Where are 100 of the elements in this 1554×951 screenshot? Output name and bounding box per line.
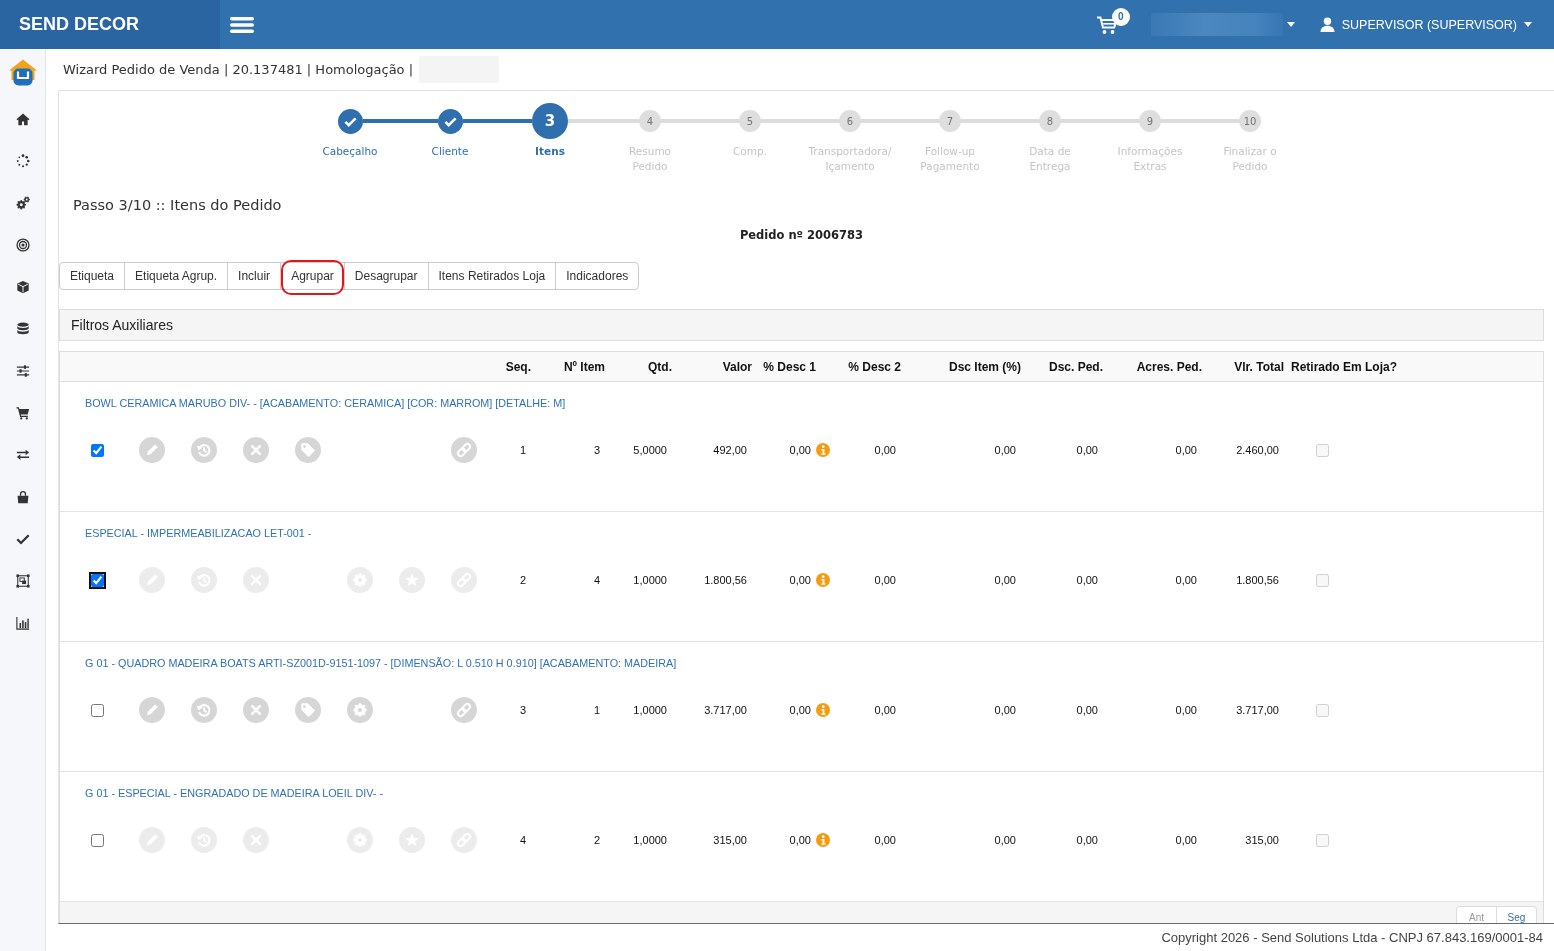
numeric-value: 0,00 <box>789 704 811 716</box>
step-number[interactable]: 8 <box>1039 110 1061 132</box>
cube-icon[interactable] <box>15 280 30 294</box>
info-icon[interactable] <box>816 443 830 457</box>
caret-icon[interactable] <box>1286 22 1295 27</box>
link-icon[interactable] <box>451 697 477 723</box>
numeric-value: 3.717,00 <box>704 704 747 716</box>
copyright-text: Copyright 2026 - Send Solutions Ltda - CNPJ 67.843.169/0001-84 <box>1161 929 1543 946</box>
step-number[interactable]: 9 <box>1139 110 1161 132</box>
brand-name: SEND DECOR <box>19 14 139 35</box>
toolbar-button[interactable]: Itens Retirados Loja <box>427 262 557 290</box>
toolbar-button[interactable]: Etiqueta Agrup. <box>124 262 229 290</box>
row-checkbox[interactable] <box>91 573 104 587</box>
numeric-value: 1 <box>519 444 526 456</box>
step-title: Passo 3/10 :: Itens do Pedido <box>73 196 282 215</box>
close-icon[interactable] <box>243 437 269 463</box>
numeric-value: 1,0000 <box>633 834 667 846</box>
caret-icon <box>1524 22 1532 27</box>
frame-icon[interactable] <box>15 574 30 588</box>
row-checkbox[interactable] <box>91 703 104 717</box>
numeric-value: 0,00 <box>1076 574 1098 586</box>
sliders-icon[interactable] <box>15 364 30 378</box>
numeric-value: 315,00 <box>1245 834 1279 846</box>
dotted-circle-icon[interactable] <box>15 154 30 168</box>
bar-chart-icon[interactable] <box>15 616 30 630</box>
numeric-value: 0,00 <box>789 574 811 586</box>
product-link[interactable]: G 01 - QUADRO MADEIRA BOATS ARTI-SZ001D-9151-1097 - [DIMENSÃO: L 0.510 H 0.910] [ACABAMENTO: MADEIRA] <box>85 656 677 670</box>
tag-icon[interactable] <box>295 697 321 723</box>
filter-panel-title[interactable]: Filtros Auxiliares <box>71 317 173 333</box>
home-icon[interactable] <box>15 112 30 126</box>
pencil-icon[interactable] <box>139 437 165 463</box>
tag-icon[interactable] <box>295 437 321 463</box>
numeric-value: 1 <box>593 704 600 716</box>
step-number[interactable]: 10 <box>1239 110 1261 132</box>
info-icon[interactable] <box>816 703 830 717</box>
toolbar-button[interactable]: Incluir <box>227 262 282 290</box>
numeric-value: 0,00 <box>874 834 896 846</box>
step-number[interactable]: 3 <box>532 103 568 139</box>
column-header: Dsc Item (%) <box>948 359 1021 374</box>
column-header: Valor <box>722 359 752 374</box>
numeric-value: 0,00 <box>874 574 896 586</box>
row-checkbox[interactable] <box>91 833 104 847</box>
pagination-button[interactable]: Seg <box>1496 906 1537 923</box>
link-icon[interactable] <box>451 437 477 463</box>
pencil-icon[interactable] <box>139 697 165 723</box>
toolbar-button[interactable]: Desagrupar <box>343 262 429 290</box>
numeric-value: 0,00 <box>994 704 1016 716</box>
column-header: Dsc. Ped. <box>1048 359 1103 374</box>
row-checkbox[interactable] <box>91 443 104 457</box>
numeric-value: 1,0000 <box>633 704 667 716</box>
target-icon[interactable] <box>15 238 30 252</box>
step-number[interactable]: 6 <box>839 110 861 132</box>
step-number[interactable]: 7 <box>939 110 961 132</box>
product-link[interactable]: ESPECIAL - IMPERMEABILIZACAO LET-001 - <box>85 526 312 540</box>
cart-icon[interactable] <box>1095 14 1118 35</box>
product-link[interactable]: BOWL CERAMICA MARUBO DIV- - [ACABAMENTO: CERAMICA] [COR: MARROM] [DETALHE: M] <box>85 396 566 410</box>
database-icon[interactable] <box>15 322 30 336</box>
gear-icon[interactable] <box>347 697 373 723</box>
numeric-value: 0,00 <box>1175 574 1197 586</box>
close-icon[interactable] <box>243 697 269 723</box>
numeric-value: 492,00 <box>713 444 747 456</box>
info-icon[interactable] <box>816 573 830 587</box>
numeric-value: 1,0000 <box>633 574 667 586</box>
product-link[interactable]: G 01 - ESPECIAL - ENGRADADO DE MADEIRA LOEIL DIV- - <box>85 786 383 800</box>
toolbar-button[interactable]: Etiqueta <box>59 262 126 290</box>
completed-check-icon[interactable] <box>337 108 363 134</box>
gears-icon[interactable] <box>15 196 30 210</box>
completed-check-icon[interactable] <box>437 108 463 134</box>
history-icon[interactable] <box>191 437 217 463</box>
cart-icon[interactable] <box>15 406 30 420</box>
numeric-value: 3 <box>593 444 600 456</box>
numeric-value: 0,00 <box>994 834 1016 846</box>
column-header: Vlr. Total <box>1234 359 1284 374</box>
check-icon[interactable] <box>15 532 30 546</box>
numeric-value: 0,00 <box>789 444 811 456</box>
toolbar-button[interactable]: Indicadores <box>555 262 640 290</box>
numeric-value: 2 <box>519 574 526 586</box>
column-header: % Desc 1 <box>763 359 816 374</box>
bag-icon[interactable] <box>15 490 30 504</box>
numeric-value: 315,00 <box>713 834 747 846</box>
numeric-value: 5,0000 <box>633 444 667 456</box>
step-label[interactable]: Cabeçalho <box>322 144 378 159</box>
user-menu-button[interactable]: SUPERVISOR (SUPERVISOR) <box>1319 17 1532 32</box>
step-number[interactable]: 4 <box>639 110 661 132</box>
numeric-value: 2.460,00 <box>1236 444 1279 456</box>
column-header: Retirado Em Loja? <box>1291 359 1397 374</box>
step-label[interactable]: Itens <box>535 144 565 159</box>
step-label[interactable]: Cliente <box>431 144 469 159</box>
menu-icon[interactable] <box>230 16 254 33</box>
column-header: Nº Item <box>563 359 605 374</box>
numeric-value: 0,00 <box>1076 834 1098 846</box>
swap-arrows-icon[interactable] <box>15 448 30 462</box>
column-header: Qtd. <box>648 359 672 374</box>
numeric-value: 1.800,56 <box>1236 574 1279 586</box>
numeric-value: 0,00 <box>994 444 1016 456</box>
highlight-ring <box>281 260 344 295</box>
numeric-value: 0,00 <box>789 834 811 846</box>
info-icon[interactable] <box>816 833 830 847</box>
history-icon[interactable] <box>191 697 217 723</box>
step-number[interactable]: 5 <box>739 110 761 132</box>
